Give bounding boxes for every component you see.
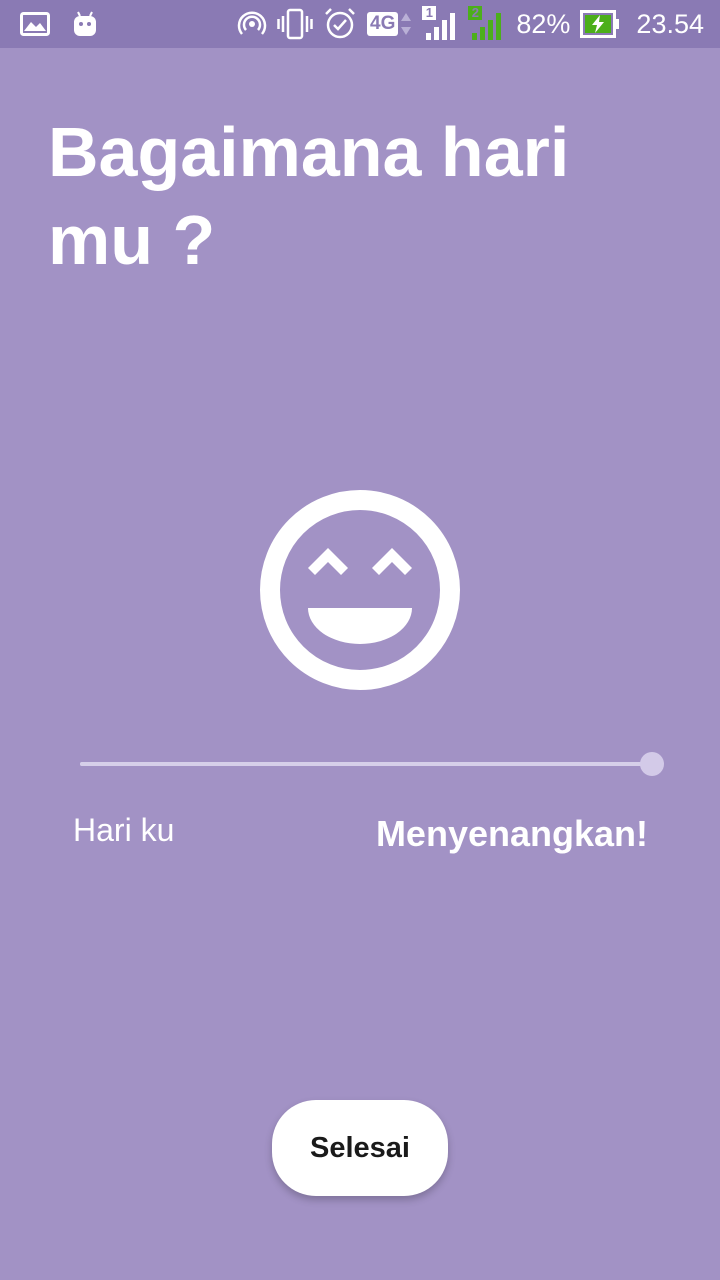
- network-type-label: 4G: [367, 12, 399, 36]
- battery-charging-icon: [580, 10, 620, 38]
- mood-value-label: Menyenangkan!: [375, 813, 648, 854]
- slider-thumb[interactable]: [640, 752, 664, 776]
- signal-sim2-icon: 2: [468, 6, 506, 42]
- gallery-icon: [20, 12, 50, 36]
- network-4g-icon: 4G: [367, 11, 412, 37]
- status-bar-left: [20, 10, 98, 38]
- signal-sim1-icon: 1: [422, 6, 458, 42]
- status-bar-right: 4G 1 2 82% 23.54: [237, 6, 704, 42]
- android-icon: [74, 11, 96, 36]
- laughing-face-icon: [260, 490, 460, 690]
- slider-fill: [80, 762, 652, 766]
- battery-percent: 82%: [516, 9, 571, 39]
- hotspot-icon: [237, 11, 267, 35]
- mood-slider[interactable]: [80, 748, 664, 780]
- done-button[interactable]: Selesai: [272, 1100, 448, 1196]
- mood-prefix-label: Hari ku: [73, 812, 175, 848]
- vibrate-icon: [277, 8, 313, 40]
- status-bar: 4G 1 2 82% 23.54: [0, 0, 720, 48]
- page-title: Bagaimana hari mu ?: [48, 113, 570, 279]
- alarm-icon: [325, 8, 355, 39]
- clock: 23.54: [636, 9, 704, 39]
